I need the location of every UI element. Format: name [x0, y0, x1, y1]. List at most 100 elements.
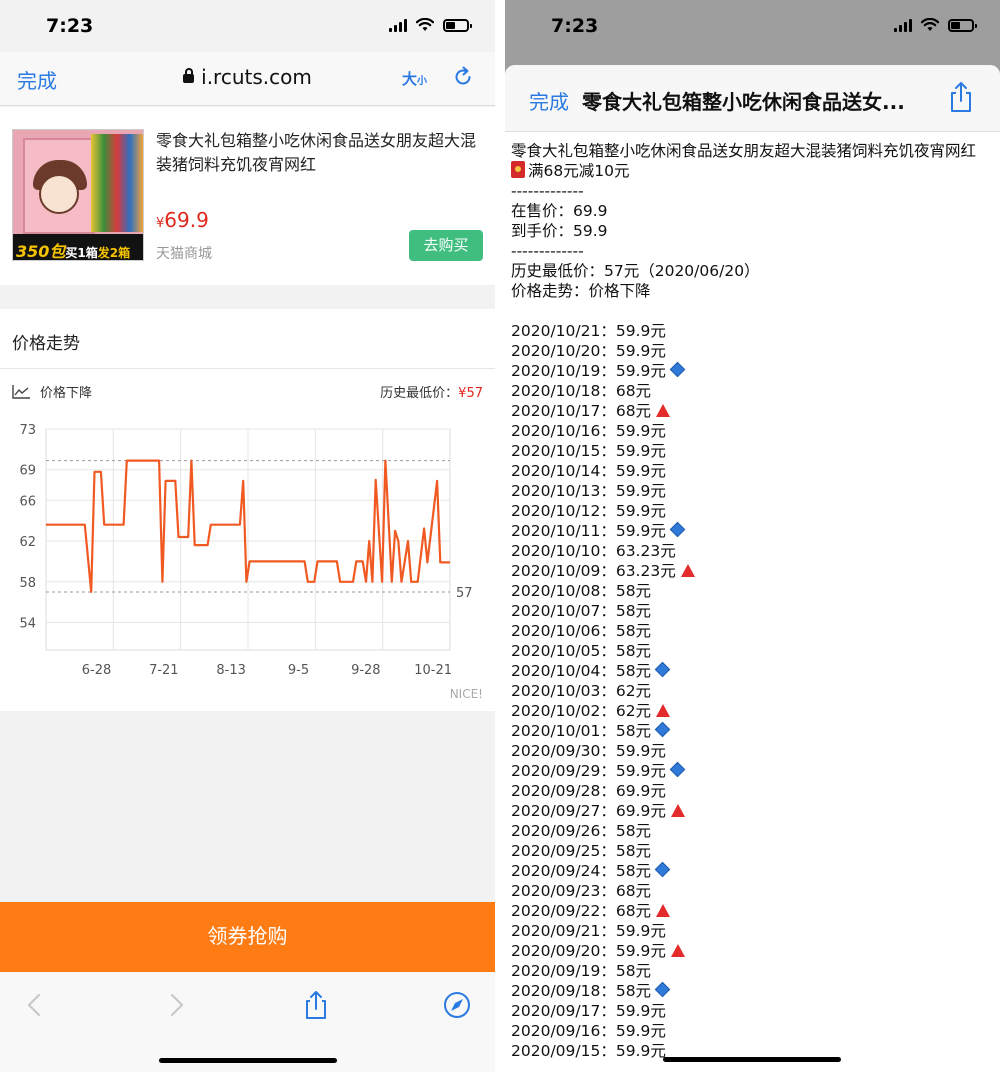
- history-row: 2020/10/16：59.9元: [511, 422, 666, 440]
- blue-diamond-icon: [654, 861, 671, 878]
- blue-diamond-icon: [669, 761, 686, 778]
- battery-icon: [443, 18, 472, 32]
- history-row: 2020/10/06：58元: [511, 622, 652, 640]
- status-bar: 7:23: [505, 0, 1000, 52]
- y-tick-label: 66: [19, 494, 36, 509]
- history-row: 2020/10/10：63.23元: [511, 542, 676, 560]
- red-triangle-icon: [656, 904, 671, 917]
- compass-icon[interactable]: [442, 990, 472, 1020]
- price-line-chart: 73 69 66 62 58 54 6-28 7-21 8-13 9-5 9-28 10-21 57: [19, 423, 473, 678]
- history-row: 2020/10/18：68元: [511, 382, 652, 400]
- history-row: 2020/09/26：58元: [511, 822, 652, 840]
- history-row: 2020/09/27：69.9元: [511, 801, 996, 821]
- red-triangle-icon: [680, 564, 695, 577]
- share-icon[interactable]: [948, 81, 974, 113]
- red-envelope-icon: [511, 161, 525, 178]
- product-image[interactable]: 350包买1箱发2箱: [12, 129, 144, 261]
- history-row: 2020/10/15：59.9元: [511, 442, 666, 460]
- price-history-list: 2020/10/21：59.9元 2020/10/20：59.9元 2020/10/…: [511, 321, 996, 1061]
- history-row: 2020/09/17：59.9元: [511, 1002, 666, 1020]
- home-indicator: [159, 1058, 337, 1063]
- history-row: 2020/10/09：63.23元: [511, 561, 996, 581]
- x-tick-label: 7-21: [149, 663, 179, 678]
- back-arrow-icon[interactable]: [20, 990, 50, 1020]
- on-sale-price: 在售价：69.9: [511, 202, 608, 220]
- history-row: 2020/10/08：58元: [511, 582, 652, 600]
- history-row: 2020/10/21：59.9元: [511, 322, 666, 340]
- wifi-icon: [416, 18, 434, 31]
- trend-header: 价格走势: [12, 334, 80, 354]
- cellular-signal-icon: [389, 18, 407, 32]
- history-row: 2020/09/22：68元: [511, 901, 996, 921]
- status-time: 7:23: [46, 15, 94, 37]
- history-row: 2020/09/18：58元: [511, 981, 996, 1001]
- blue-diamond-icon: [654, 661, 671, 678]
- shop-name: 天猫商城: [156, 246, 212, 262]
- browser-nav-bar: 完成 i.rcuts.com 大小: [0, 52, 495, 106]
- x-tick-label: 9-5: [288, 663, 309, 678]
- buy-button[interactable]: 去购买: [409, 230, 483, 261]
- history-row: 2020/09/19：58元: [511, 962, 652, 980]
- history-row: 2020/10/13：59.9元: [511, 482, 666, 500]
- history-row: 2020/10/01：58元: [511, 721, 996, 741]
- final-price: 到手价：59.9: [511, 222, 608, 240]
- trend-subtitle: 价格下降: [40, 386, 93, 401]
- wifi-icon: [921, 18, 939, 31]
- url-text: i.rcuts.com: [201, 65, 312, 89]
- red-triangle-icon: [656, 404, 671, 417]
- cellular-signal-icon: [894, 18, 912, 32]
- divider-line: -------------: [511, 182, 584, 200]
- status-bar: 7:23: [0, 0, 495, 52]
- x-tick-label: 6-28: [82, 663, 112, 678]
- right-phone-screen: 7:23 完成 零食大礼包箱整小吃休闲食品送女... 零食大礼包箱整小吃休闲食品…: [505, 0, 1000, 1072]
- x-tick-label: 10-21: [414, 663, 452, 678]
- history-row: 2020/10/02：62元: [511, 701, 996, 721]
- history-row: 2020/09/24：58元: [511, 861, 996, 881]
- home-indicator: [663, 1057, 841, 1062]
- divider-line: -------------: [511, 242, 584, 260]
- reload-icon[interactable]: [452, 66, 474, 88]
- history-row: 2020/09/29：59.9元: [511, 761, 996, 781]
- history-low: 历史最低价：57元（2020/06/20）: [511, 262, 760, 280]
- red-triangle-icon: [656, 704, 671, 717]
- product-price: ¥69.9: [156, 208, 209, 232]
- history-row: 2020/09/23：68元: [511, 882, 652, 900]
- x-tick-label: 8-13: [216, 663, 246, 678]
- text-size-button[interactable]: 大小: [402, 68, 427, 89]
- history-row: 2020/10/14：59.9元: [511, 462, 666, 480]
- y-tick-label: 73: [19, 423, 36, 438]
- promo-line: 满68元减10元: [511, 161, 996, 181]
- trend-line: 价格走势：价格下降: [511, 282, 651, 300]
- nice-label: NICE!: [449, 687, 483, 701]
- history-row: 2020/10/07：58元: [511, 602, 652, 620]
- preview-text: 零食大礼包箱整小吃休闲食品送女朋友超大混装猪饲料充饥夜宵网红 满68元减10元 …: [511, 141, 996, 1061]
- battery-icon: [948, 18, 977, 32]
- product-title[interactable]: 零食大礼包箱整小吃休闲食品送女朋友超大混装猪饲料充饥夜宵网红: [156, 129, 481, 177]
- product-card: 350包买1箱发2箱 零食大礼包箱整小吃休闲食品送女朋友超大混装猪饲料充饥夜宵网…: [0, 107, 495, 285]
- share-icon[interactable]: [301, 990, 331, 1020]
- browser-toolbar: [0, 972, 495, 1072]
- history-row: 2020/09/20：59.9元: [511, 941, 996, 961]
- left-phone-screen: 7:23 完成 i.rcuts.com 大小 350包买1箱发2箱 零食大礼包箱…: [0, 0, 495, 1072]
- history-row: 2020/09/30：59.9元: [511, 742, 666, 760]
- preview-title: 零食大礼包箱整小吃休闲食品送女朋友超大混装猪饲料充饥夜宵网红: [511, 142, 977, 160]
- y-tick-label: 62: [19, 535, 36, 550]
- blue-diamond-icon: [654, 721, 671, 738]
- reference-line-label: 57: [456, 586, 473, 601]
- history-row: 2020/10/11：59.9元: [511, 521, 996, 541]
- x-tick-label: 9-28: [351, 663, 381, 678]
- y-tick-label: 54: [19, 617, 36, 632]
- history-row: 2020/10/05：58元: [511, 642, 652, 660]
- red-triangle-icon: [670, 944, 685, 957]
- sheet-header: 完成 零食大礼包箱整小吃休闲食品送女...: [505, 65, 1000, 132]
- history-row: 2020/10/20：59.9元: [511, 342, 666, 360]
- price-trend-panel: 价格走势 价格下降 历史最低价：¥57 73 69 66 62 58 54 6-28 7-21…: [0, 309, 495, 711]
- sheet-done-button[interactable]: 完成: [529, 86, 569, 115]
- history-row: 2020/09/16：59.9元: [511, 1022, 666, 1040]
- coupon-buy-button[interactable]: 领券抢购: [0, 902, 495, 972]
- forward-arrow-icon[interactable]: [161, 990, 191, 1020]
- history-row: 2020/10/12：59.9元: [511, 502, 666, 520]
- blue-diamond-icon: [669, 521, 686, 538]
- text-preview-sheet: 完成 零食大礼包箱整小吃休闲食品送女... 零食大礼包箱整小吃休闲食品送女朋友超…: [505, 65, 1000, 1072]
- sheet-title: 零食大礼包箱整小吃休闲食品送女...: [582, 90, 905, 114]
